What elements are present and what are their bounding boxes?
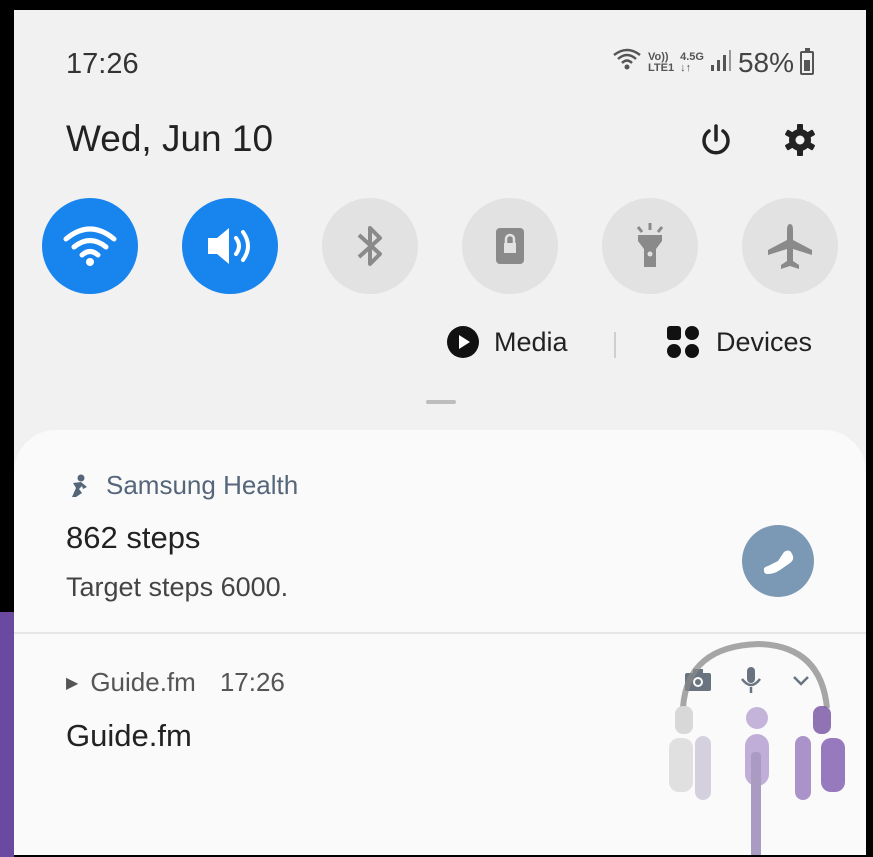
airplane-mode-icon bbox=[768, 224, 812, 269]
screen-frame: 17:26 Vo)) LTE1 4.5G ↓↑ 58% Wed, Jun 10 … bbox=[0, 0, 873, 857]
status-time: 17:26 bbox=[66, 48, 139, 80]
data-arrows-icon: ↓↑ bbox=[680, 61, 692, 74]
sound-icon bbox=[208, 228, 250, 264]
shoe-icon bbox=[763, 550, 794, 574]
status-icons: Vo)) LTE1 4.5G ↓↑ 58% bbox=[612, 46, 814, 79]
quick-settings-tiles bbox=[42, 198, 842, 294]
guide-fm-logo bbox=[669, 640, 845, 855]
expand-arrow-icon[interactable]: ▶ bbox=[66, 673, 78, 693]
background-strip bbox=[0, 612, 14, 857]
rotation-lock-toggle[interactable] bbox=[462, 198, 558, 294]
guide-app-row[interactable]: ▶ Guide.fm 17:26 bbox=[66, 667, 285, 698]
devices-icon bbox=[667, 326, 699, 358]
date-label: Wed, Jun 10 bbox=[66, 118, 274, 159]
bluetooth-toggle[interactable] bbox=[322, 198, 418, 294]
expand-handle[interactable] bbox=[426, 400, 456, 404]
gear-icon bbox=[785, 124, 815, 156]
health-app-row[interactable]: Samsung Health bbox=[66, 470, 298, 501]
bluetooth-icon bbox=[357, 226, 382, 266]
wifi-status-icon bbox=[612, 46, 642, 79]
guide-notification-time: 17:26 bbox=[219, 667, 285, 697]
play-circle-icon bbox=[447, 326, 479, 358]
wifi-icon bbox=[63, 226, 117, 266]
steps-action-button[interactable] bbox=[742, 525, 814, 597]
devices-label: Devices bbox=[716, 326, 813, 357]
airplane-mode-toggle[interactable] bbox=[742, 198, 838, 294]
power-button[interactable] bbox=[696, 120, 736, 160]
devices-button[interactable]: Devices bbox=[666, 325, 812, 359]
lte-label: LTE1 bbox=[648, 61, 675, 74]
notification-divider bbox=[14, 632, 866, 634]
power-icon bbox=[702, 124, 730, 155]
health-notification-text: Target steps 6000. bbox=[66, 572, 289, 602]
media-label: Media bbox=[494, 326, 568, 357]
settings-button[interactable] bbox=[780, 120, 820, 160]
media-button[interactable]: Media bbox=[446, 325, 568, 359]
network-type-label: 4.5G bbox=[680, 50, 704, 63]
flashlight-toggle[interactable] bbox=[602, 198, 698, 294]
battery-percent: 58% bbox=[737, 46, 794, 78]
rotation-lock-icon bbox=[496, 228, 524, 264]
media-devices-separator bbox=[614, 332, 616, 358]
health-app-name: Samsung Health bbox=[106, 470, 299, 500]
volte-indicator: Vo)) LTE1 bbox=[648, 50, 675, 74]
signal-icon bbox=[710, 47, 732, 79]
notification-panel: 17:26 Vo)) LTE1 4.5G ↓↑ 58% Wed, Jun 10 … bbox=[14, 10, 866, 855]
sound-toggle[interactable] bbox=[182, 198, 278, 294]
flashlight-icon bbox=[636, 223, 664, 267]
wifi-toggle[interactable] bbox=[42, 198, 138, 294]
guide-notification-title: Guide.fm bbox=[66, 718, 192, 753]
volte-label: Vo)) bbox=[648, 50, 669, 63]
guide-app-name: Guide.fm bbox=[90, 667, 196, 697]
network-type-indicator: 4.5G ↓↑ bbox=[680, 50, 704, 74]
battery-icon bbox=[800, 47, 814, 75]
samsung-health-icon bbox=[72, 474, 87, 497]
health-notification-title: 862 steps bbox=[66, 520, 201, 555]
